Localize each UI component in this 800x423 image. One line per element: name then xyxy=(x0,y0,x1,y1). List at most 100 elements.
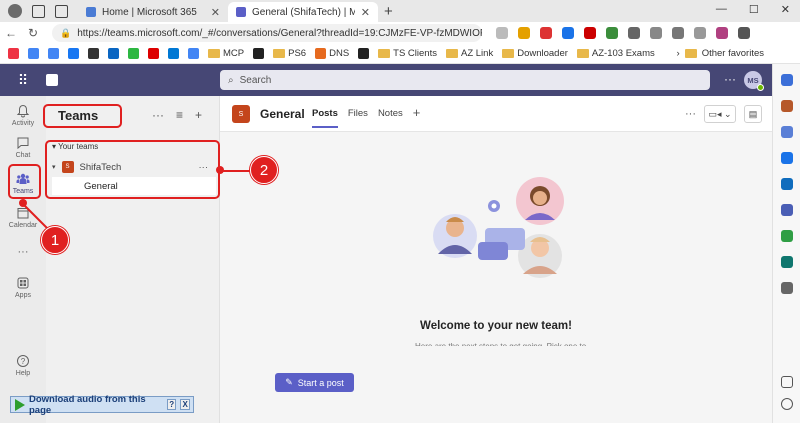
tab-notes[interactable]: Notes xyxy=(378,108,403,128)
close-tab-icon[interactable]: ✕ xyxy=(361,6,370,19)
rail-apps[interactable]: Apps xyxy=(0,276,46,299)
bookmark-downloader[interactable]: Downloader xyxy=(502,48,568,59)
more-options-icon[interactable]: ··· xyxy=(152,108,164,122)
google-drive-icon[interactable] xyxy=(188,48,199,59)
google-icon[interactable] xyxy=(28,48,39,59)
bookmark-mcp[interactable]: MCP xyxy=(208,48,244,59)
facebook-icon[interactable] xyxy=(68,48,79,59)
tools-icon[interactable] xyxy=(781,126,793,138)
drop-icon[interactable] xyxy=(781,230,793,242)
tab-posts[interactable]: Posts xyxy=(312,108,338,128)
search-input[interactable]: ⌕ Search xyxy=(220,70,710,90)
back-icon[interactable]: ← xyxy=(0,26,22,40)
edge-sidebar xyxy=(772,64,800,423)
folder-icon xyxy=(273,49,286,58)
collections-icon[interactable] xyxy=(694,27,706,39)
close-window-icon[interactable]: ✕ xyxy=(781,3,790,16)
add-sidebar-icon[interactable] xyxy=(781,282,793,294)
more-options-icon[interactable]: ··· xyxy=(724,72,736,86)
rail-chat[interactable]: Chat xyxy=(0,136,46,159)
rail-calendar[interactable]: Calendar xyxy=(0,206,46,229)
welcome-illustration xyxy=(433,177,564,278)
extension-icons xyxy=(496,27,750,39)
shopping-icon[interactable] xyxy=(781,100,793,112)
search-sidebar-icon[interactable] xyxy=(781,74,793,86)
copilot-icon[interactable] xyxy=(716,27,728,39)
chevron-right-icon[interactable]: › xyxy=(677,48,680,59)
bookmark-az-link[interactable]: AZ Link xyxy=(445,48,493,59)
channel-name: General xyxy=(260,107,305,121)
bookmark-icon[interactable] xyxy=(253,48,265,59)
pane-actions: ··· ≡ + xyxy=(152,108,202,122)
games-icon[interactable] xyxy=(781,152,793,164)
adblock-icon[interactable] xyxy=(540,27,552,39)
folder-icon xyxy=(378,49,391,58)
bookmark-icon[interactable] xyxy=(358,48,370,59)
folder-icon xyxy=(502,49,515,58)
chevron-down-icon: ⌄ xyxy=(724,108,732,119)
minimize-icon[interactable]: — xyxy=(716,3,727,16)
download-audio-bar[interactable]: Download audio from this page ? X xyxy=(10,394,194,416)
favorites-icon[interactable] xyxy=(672,27,684,39)
channel-header: S General Posts Files Notes + ··· ▭◂ ⌄ ▤ xyxy=(220,96,772,132)
bookmark-ts-clients[interactable]: TS Clients xyxy=(378,48,437,59)
help-button[interactable]: ? xyxy=(166,399,177,410)
extension-green-icon[interactable] xyxy=(606,27,618,39)
app-launcher-icon[interactable]: ⠿ xyxy=(0,72,46,89)
welcome-heading: Welcome to your new team! xyxy=(420,320,572,332)
bookmark-az-103-exams[interactable]: AZ-103 Exams xyxy=(576,48,655,59)
tab-actions-icon[interactable] xyxy=(55,4,68,18)
filter-icon[interactable]: ≡ xyxy=(176,108,183,122)
tab-home-microsoft-365[interactable]: Home | Microsoft 365 ✕ xyxy=(78,2,228,22)
workspaces-icon[interactable] xyxy=(32,4,45,18)
split-screen-icon[interactable] xyxy=(650,27,662,39)
add-team-icon[interactable]: + xyxy=(195,108,202,122)
rail-activity[interactable]: Activity xyxy=(0,104,46,127)
url-field[interactable]: 🔒 https://teams.microsoft.com/_#/convers… xyxy=(52,24,482,42)
bookmark-icon[interactable] xyxy=(8,48,19,59)
outlook-icon[interactable] xyxy=(781,178,793,190)
channel-main: S General Posts Files Notes + ··· ▭◂ ⌄ ▤ xyxy=(220,96,772,423)
github-icon[interactable] xyxy=(88,48,99,59)
maximize-icon[interactable]: ☐ xyxy=(749,3,759,16)
user-avatar[interactable]: MS xyxy=(744,71,764,91)
start-post-button[interactable]: ✎ Start a post xyxy=(275,373,354,392)
add-tab-icon[interactable]: + xyxy=(413,105,421,128)
rail-help[interactable]: ? Help xyxy=(0,354,46,377)
google-icon[interactable] xyxy=(48,48,59,59)
linkedin-icon[interactable] xyxy=(108,48,119,59)
play-icon xyxy=(15,398,25,411)
azure-icon[interactable] xyxy=(168,48,179,59)
tab-files[interactable]: Files xyxy=(348,108,368,128)
sidebar-layout-icon[interactable] xyxy=(781,376,793,388)
other-favorites[interactable]: › Other favorites xyxy=(677,48,764,59)
channel-info-icon[interactable]: ▤ xyxy=(744,105,762,123)
refresh-icon[interactable]: ↻ xyxy=(22,26,44,40)
designer-icon[interactable] xyxy=(781,204,793,216)
sidebar-settings-icon[interactable] xyxy=(781,398,793,410)
close-tab-icon[interactable]: ✕ xyxy=(211,6,220,19)
new-tab-icon[interactable]: + xyxy=(378,3,393,20)
extension-blue-icon[interactable] xyxy=(562,27,574,39)
meet-button[interactable]: ▭◂ ⌄ xyxy=(704,105,736,123)
teams-logo-icon xyxy=(46,74,58,86)
extension-red-icon[interactable] xyxy=(584,27,596,39)
close-button[interactable]: X xyxy=(180,399,191,410)
tab-general-teams[interactable]: General (ShifaTech) | Microsoft Teams ✕ xyxy=(228,2,378,22)
favorite-star-icon[interactable] xyxy=(518,27,530,39)
annotation-box-your-teams xyxy=(45,140,220,199)
youtube-icon[interactable] xyxy=(148,48,159,59)
channel-more-icon[interactable]: ··· xyxy=(685,108,696,120)
bookmark-ps6[interactable]: PS6 xyxy=(273,48,306,59)
read-aloud-icon[interactable] xyxy=(496,27,508,39)
extensions-icon[interactable] xyxy=(628,27,640,39)
profile-icon[interactable] xyxy=(8,4,22,18)
apps-grid-icon xyxy=(17,277,29,289)
channel-tabs: Posts Files Notes + xyxy=(312,105,421,128)
more-apps-icon[interactable]: ··· xyxy=(0,246,46,258)
settings-more-icon[interactable] xyxy=(738,27,750,39)
whatsapp-icon[interactable] xyxy=(128,48,139,59)
maps-icon[interactable] xyxy=(781,256,793,268)
channel-actions: ··· ▭◂ ⌄ ▤ xyxy=(685,105,762,123)
bookmark-dns[interactable]: DNS xyxy=(315,48,349,59)
